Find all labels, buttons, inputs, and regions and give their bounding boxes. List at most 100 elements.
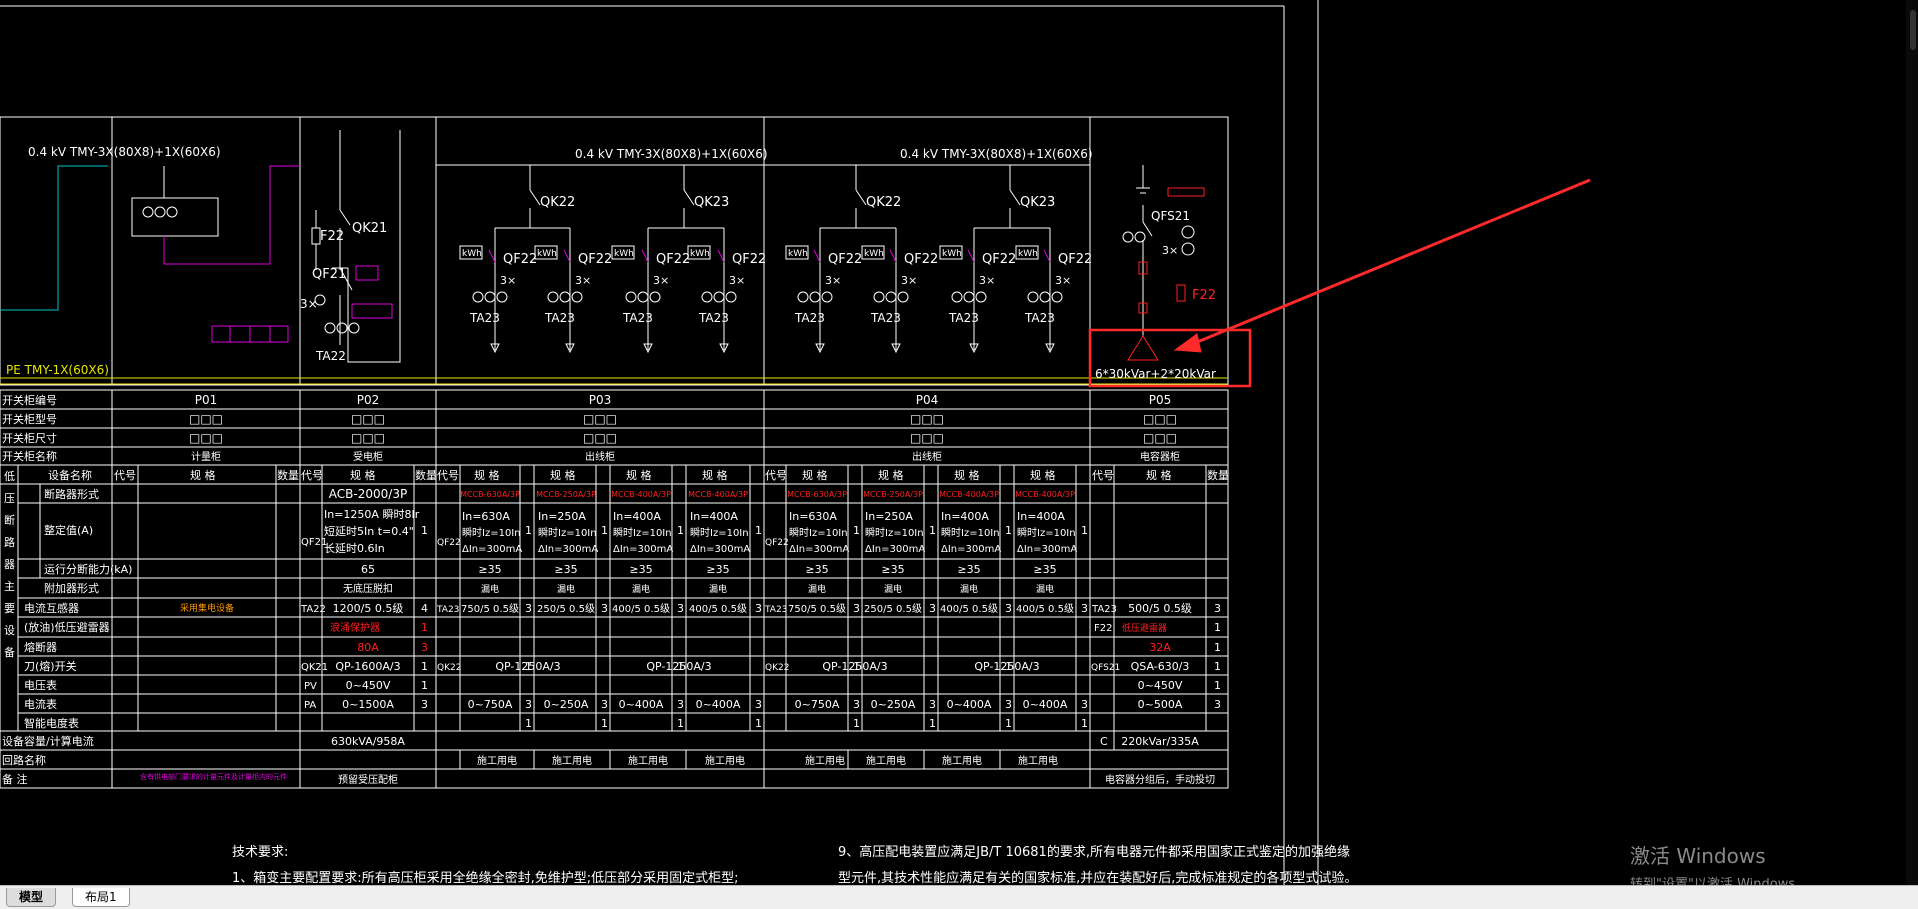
p03-ln-1: In=630A [462, 510, 510, 523]
p03-ln-2: In=250A [538, 510, 586, 523]
p04-qty-amp-3: 3 [1005, 698, 1012, 711]
p04-circuit-3: 施工用电 [942, 754, 982, 767]
p04-qty-meter-2: 1 [929, 717, 936, 730]
p03-amp-3: 0~400A [619, 698, 664, 711]
p03-ct-4: 400/5 0.5级 [689, 603, 747, 615]
p02-switch: QP-1600A/3 [335, 660, 400, 673]
f04-qf22-label-2: QF22 [904, 252, 938, 267]
p05-switch: QSA-630/3 [1131, 660, 1190, 673]
p02-remark: 预留受压配柜 [338, 773, 398, 786]
p03-breaker-3: MCCB-400A/3P [611, 490, 671, 499]
p04-capacity-2: ≥35 [881, 563, 904, 576]
p03-qty-switch-1: 1 [525, 660, 532, 673]
p04-code-ta23: TA23 [764, 605, 787, 615]
vertical-scrollbar[interactable] [1906, 0, 1918, 885]
p02-code-pv: PV [304, 681, 317, 692]
f04-ta23-4: TA23 [1024, 311, 1055, 325]
p05-model: □□□ [1143, 412, 1177, 426]
p05-code-f22: F22 [1094, 623, 1112, 634]
p04-ct-3: 400/5 0.5级 [940, 603, 998, 615]
p05-capacity-code: C [1100, 735, 1108, 748]
p03-iz-1: 瞬时Iz=10In [462, 526, 521, 539]
side-char-1: 低 [4, 470, 15, 483]
p02-ct: 1200/5 0.5级 [333, 602, 404, 615]
row-breaker-type: 断路器形式 [44, 487, 99, 501]
f04-ta23-1: TA23 [794, 311, 825, 325]
p03-dln-4: ΔIn=300mA [690, 544, 750, 555]
p03-qty-qf-4: 1 [755, 524, 762, 537]
p04-spec-header-2: 规 格 [878, 468, 904, 482]
f03-ta23-1: TA23 [469, 311, 500, 325]
p04-qty-qf-1: 1 [853, 524, 860, 537]
p04-iz-4: 瞬时Iz=10In [1017, 526, 1076, 539]
p05-size: □□□ [1143, 431, 1177, 445]
p05-no: P05 [1149, 393, 1172, 407]
pe-bus-label: PE TMY-1X(60X6) [6, 363, 109, 377]
f03-ta23-4: TA23 [698, 311, 729, 325]
p02-qty-switch: 1 [421, 660, 428, 673]
p01-code-header: 代号 [114, 469, 136, 482]
p04-qty-amp-1: 3 [853, 698, 860, 711]
p03-accessory-2: 漏电 [557, 583, 575, 595]
p03-ct-2: 250/5 0.5级 [537, 603, 595, 615]
p04-code-qk22: QK22 [765, 663, 789, 673]
side-char-5: 器 [4, 558, 15, 571]
p04-size: □□□ [910, 431, 944, 445]
f04-3x-4: 3× [1055, 274, 1071, 287]
p03-code-ta23: TA23 [436, 605, 459, 615]
cad-drawing-canvas[interactable]: 0.4 kV TMY-3X(80X8)+1X(60X6) 0.4 kV TMY-… [0, 0, 1918, 885]
p03-qty-meter-4: 1 [755, 717, 762, 730]
p04-spec-header-3: 规 格 [954, 468, 980, 482]
p02-qty-amp: 3 [421, 698, 428, 711]
p02-qty-volt: 1 [421, 679, 428, 692]
p04-circuit-4: 施工用电 [1018, 754, 1058, 767]
p04-code-qf22: QF22 [765, 538, 789, 548]
p04-model: □□□ [910, 412, 944, 426]
p03-capacity-3: ≥35 [629, 563, 652, 576]
p03-code-qk22: QK22 [437, 663, 461, 673]
bus-label-f03: 0.4 kV TMY-3X(80X8)+1X(60X6) [575, 147, 768, 161]
f03-ta23-3: TA23 [622, 311, 653, 325]
row-cabinet-size: 开关柜尺寸 [2, 431, 57, 445]
p04-code-header: 代号 [765, 469, 787, 482]
p04-accessory-1: 漏电 [808, 583, 826, 595]
p05-qty-ct: 3 [1214, 602, 1221, 615]
p04-name: 出线柜 [912, 450, 942, 463]
p04-capacity-1: ≥35 [805, 563, 828, 576]
p05-capacity-value: 220kVar/335A [1121, 735, 1199, 748]
p03-code-qf22: QF22 [437, 538, 461, 548]
row-setting: 整定值(A) [44, 523, 93, 537]
p05-ct: 500/5 0.5级 [1128, 602, 1192, 615]
row-arrester: (放油)低压避雷器 [24, 620, 110, 634]
row-circuit-name: 回路名称 [2, 753, 46, 767]
tab-layout1[interactable]: 布局1 [72, 888, 130, 907]
p04-iz-3: 瞬时Iz=10In [941, 526, 1000, 539]
p03-accessory-4: 漏电 [709, 583, 727, 595]
row-switch: 刀(熔)开关 [24, 659, 77, 673]
p02-code-ta22: TA22 [300, 604, 326, 615]
p04-iz-1: 瞬时Iz=10In [789, 526, 848, 539]
p03-qty-meter-1: 1 [525, 717, 532, 730]
p05-code-header: 代号 [1092, 469, 1114, 482]
p04-qty-ct-3: 3 [1005, 602, 1012, 615]
qf21-label: QF21 [312, 267, 346, 282]
f03-qf22-label-1: QF22 [503, 252, 537, 267]
tab-model[interactable]: 模型 [6, 888, 57, 907]
p03-qty-amp-4: 3 [755, 698, 762, 711]
p03-circuit-1: 施工用电 [477, 754, 517, 767]
p04-ct-1: 750/5 0.5级 [788, 603, 846, 615]
p04-qty-switch-2: 1 [1005, 660, 1012, 673]
p03-ln-4: In=400A [690, 510, 738, 523]
f04-qf22-label-3: QF22 [982, 252, 1016, 267]
p01-remark: 含有供电部门要求的计量元件及计量柜内的元件 [140, 772, 287, 781]
scrollbar-thumb[interactable] [1910, 10, 1916, 50]
p04-circuit-1: 施工用电 [805, 754, 845, 767]
p03-qty-ct-1: 3 [525, 602, 532, 615]
p03-spec-header-1: 规 格 [474, 468, 500, 482]
p04-qty-qf-2: 1 [929, 524, 936, 537]
notes-heading: 技术要求: [232, 845, 288, 860]
f04-qf22-label-4: QF22 [1058, 252, 1092, 267]
p05-qty-volt: 1 [1214, 679, 1221, 692]
p05-3x-label: 3× [1162, 244, 1178, 257]
p02-qty-arrester: 1 [421, 621, 428, 634]
